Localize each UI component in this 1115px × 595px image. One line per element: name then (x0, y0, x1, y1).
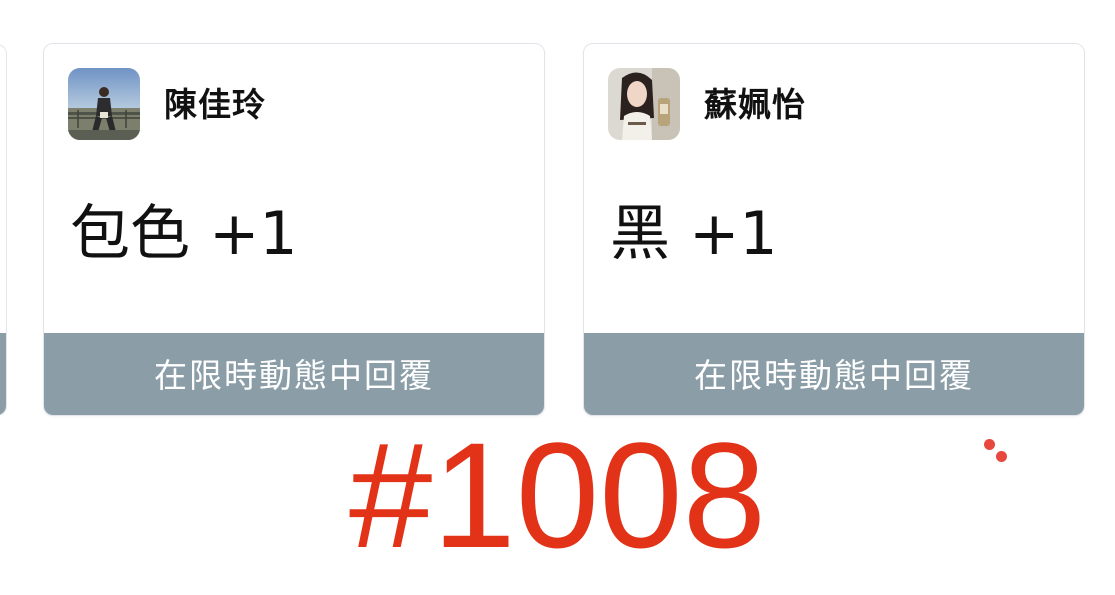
user-name: 蘇姵怡 (704, 85, 806, 124)
order-number-overlay: #1008 (348, 411, 767, 579)
avatar[interactable] (68, 68, 140, 140)
user-name: 陳佳玲 (164, 85, 266, 124)
story-reply-card: 蘇姵怡 黑 +1 在限時動態中回覆 (583, 43, 1085, 416)
partial-reply-bar[interactable] (0, 333, 6, 415)
reaction-text: 包色 +1 (70, 199, 298, 269)
avatar-photo-icon (68, 68, 140, 140)
reaction-text: 黑 +1 (610, 199, 778, 269)
red-dot-mark (996, 451, 1007, 462)
partial-card-left (0, 44, 7, 416)
avatar-photo-icon (608, 68, 680, 140)
avatar[interactable] (608, 68, 680, 140)
reply-in-story-button[interactable]: 在限時動態中回覆 (584, 333, 1084, 415)
red-dot-mark (984, 439, 995, 450)
story-reply-card: 陳佳玲 包色 +1 在限時動態中回覆 (43, 43, 545, 416)
reply-in-story-button[interactable]: 在限時動態中回覆 (44, 333, 544, 415)
